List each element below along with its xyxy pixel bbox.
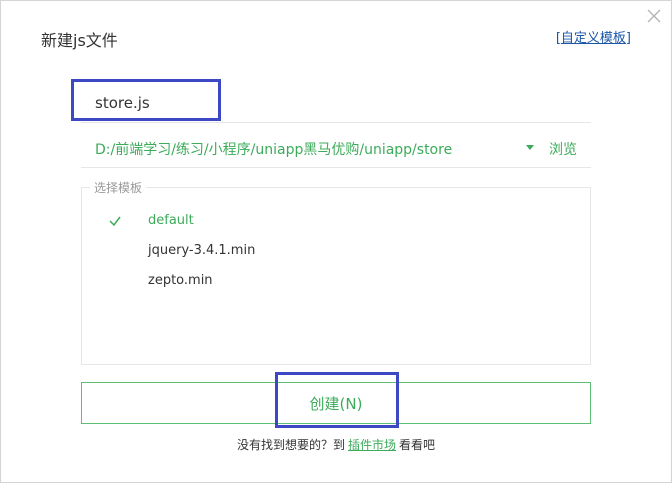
template-item-label: jquery-3.4.1.min [148,243,256,258]
create-button[interactable]: 创建(N) [81,382,591,424]
path-row: D:/前端学习/练习/小程序/uniapp黑马优购/uniapp/store 浏… [81,129,591,168]
template-item-jquery[interactable]: jquery-3.4.1.min [82,238,590,266]
template-item-zepto[interactable]: zepto.min [82,268,590,296]
template-list-box: 选择模板 default jquery-3.4.1.min zepto.min [81,179,591,365]
plugin-market-link[interactable]: 插件市场 [348,438,396,452]
new-js-file-dialog: 新建js文件 [自定义模板] D:/前端学习/练习/小程序/uniapp黑马优购… [0,0,672,483]
path-value[interactable]: D:/前端学习/练习/小程序/uniapp黑马优购/uniapp/store [95,139,452,159]
dropdown-arrow-icon[interactable] [525,143,535,153]
template-item-label: default [148,213,194,228]
footer-hint: 没有找到想要的？到 插件市场 看看吧 [1,436,671,453]
custom-template-link[interactable]: 自定义模板 [561,31,626,46]
template-item-default[interactable]: default [82,208,590,236]
template-item-label: zepto.min [148,273,213,288]
filename-input[interactable] [81,84,591,122]
bracket-close: ] [625,31,631,46]
footer-prefix: 没有找到想要的？到 [236,438,345,452]
filename-row [81,84,591,123]
template-legend: 选择模板 [90,179,147,196]
checkmark-icon [108,213,122,227]
custom-template-link-wrap: [自定义模板] [556,27,631,46]
close-icon[interactable] [645,7,663,25]
dialog-title: 新建js文件 [41,31,118,50]
footer-suffix: 看看吧 [399,438,436,452]
browse-button[interactable]: 浏览 [549,139,577,159]
